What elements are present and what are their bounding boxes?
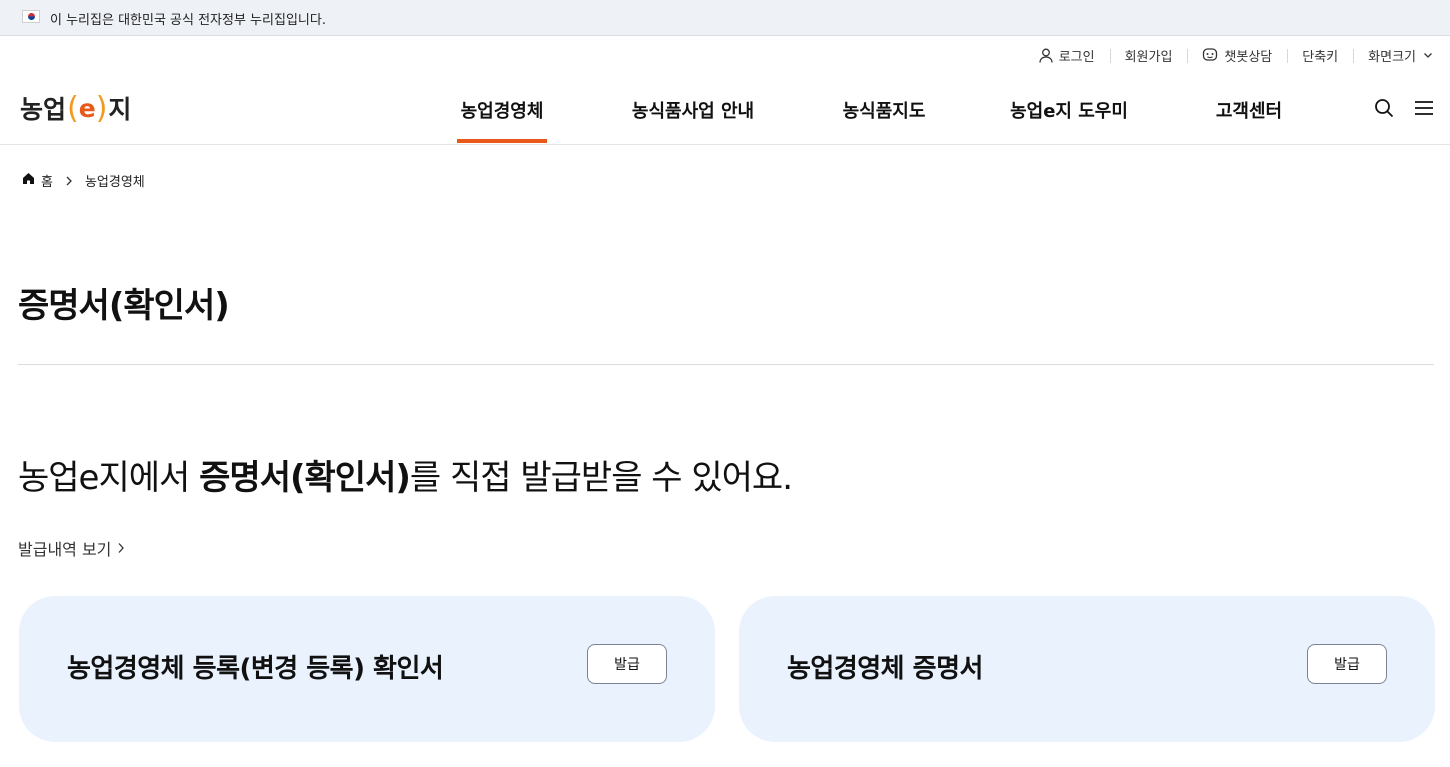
issue-button[interactable]: 발급 <box>587 644 667 684</box>
issue-history-link[interactable]: 발급내역 보기 <box>18 536 125 560</box>
breadcrumb-current: 농업경영체 <box>84 175 145 190</box>
login-link[interactable]: 로그인 <box>1024 46 1110 65</box>
lead-text: 농업e지에서 증명서(확인서)를 직접 발급받을 수 있어요. <box>18 450 793 499</box>
screen-size-label: 화면크기 <box>1368 49 1416 65</box>
home-icon[interactable] <box>22 172 35 189</box>
nav-agrifood-map[interactable]: 농식품지도 <box>799 74 969 145</box>
certificate-card: 농업경영체 증명서 발급 <box>739 596 1435 742</box>
nav-label: 농식품지도 <box>842 100 926 122</box>
login-label: 로그인 <box>1058 49 1095 65</box>
logo-e-mark: (e) <box>67 90 108 126</box>
user-icon <box>1039 48 1053 63</box>
nav-label: 농업e지 도우미 <box>1010 100 1128 122</box>
logo-prefix: 농업 <box>20 95 67 124</box>
logo[interactable]: 농업 (e) 지 <box>20 90 131 126</box>
chatbot-icon <box>1202 47 1218 63</box>
breadcrumb-home[interactable]: 홈 <box>41 171 53 190</box>
nav-helper[interactable]: 농업e지 도우미 <box>969 74 1169 145</box>
lead-after: 를 직접 발급받을 수 있어요. <box>409 458 793 498</box>
korea-flag-icon <box>22 10 40 23</box>
signup-link[interactable]: 회원가입 <box>1109 46 1188 65</box>
logo-suffix: 지 <box>108 95 132 124</box>
title-divider <box>18 364 1434 365</box>
header: 농업 (e) 지 농업경영체 농식품사업 안내 농식품지도 농업e지 도우미 고… <box>0 74 1450 145</box>
nav-label: 농식품사업 안내 <box>631 100 755 122</box>
certificate-card: 농업경영체 등록(변경 등록) 확인서 발급 <box>19 596 715 742</box>
chatbot-label: 챗봇상담 <box>1224 49 1273 65</box>
chevron-right-icon <box>117 539 125 558</box>
chevron-down-icon <box>1422 49 1434 61</box>
shortcut-label: 단축키 <box>1302 49 1339 65</box>
hamburger-menu-icon[interactable] <box>1414 98 1434 122</box>
main-nav: 농업경영체 농식품사업 안내 농식품지도 농업e지 도우미 고객센터 <box>417 74 1329 145</box>
search-icon[interactable] <box>1374 98 1394 122</box>
gov-banner-text: 이 누리집은 대한민국 공식 전자정부 누리집입니다. <box>50 13 326 28</box>
utility-bar: 로그인 회원가입 챗봇상담 단축키 화면크기 <box>1024 45 1434 65</box>
issue-button[interactable]: 발급 <box>1307 644 1387 684</box>
nav-agrifood-program[interactable]: 농식품사업 안내 <box>587 74 799 145</box>
card-title: 농업경영체 등록(변경 등록) 확인서 <box>67 654 444 684</box>
signup-label: 회원가입 <box>1124 49 1173 65</box>
issue-history-label: 발급내역 보기 <box>18 540 112 559</box>
lead-before: 농업e지에서 <box>18 458 200 498</box>
page-title: 증명서(확인서) <box>18 286 230 326</box>
header-icons <box>1374 98 1434 122</box>
chevron-right-icon <box>65 176 73 186</box>
shortcut-link[interactable]: 단축키 <box>1287 46 1353 65</box>
gov-banner: 이 누리집은 대한민국 공식 전자정부 누리집입니다. <box>0 0 1450 36</box>
nav-customer-center[interactable]: 고객센터 <box>1169 74 1329 145</box>
breadcrumb: 홈 농업경영체 <box>22 171 145 190</box>
logo-letter: e <box>78 93 96 123</box>
nav-label: 고객센터 <box>1215 100 1283 122</box>
lead-emphasis: 증명서(확인서) <box>199 458 411 498</box>
nav-farm-business[interactable]: 농업경영체 <box>417 74 587 145</box>
nav-label: 농업경영체 <box>460 100 544 122</box>
screen-size-dropdown[interactable]: 화면크기 <box>1353 46 1434 65</box>
card-title: 농업경영체 증명서 <box>787 654 983 684</box>
chatbot-link[interactable]: 챗봇상담 <box>1187 46 1287 65</box>
